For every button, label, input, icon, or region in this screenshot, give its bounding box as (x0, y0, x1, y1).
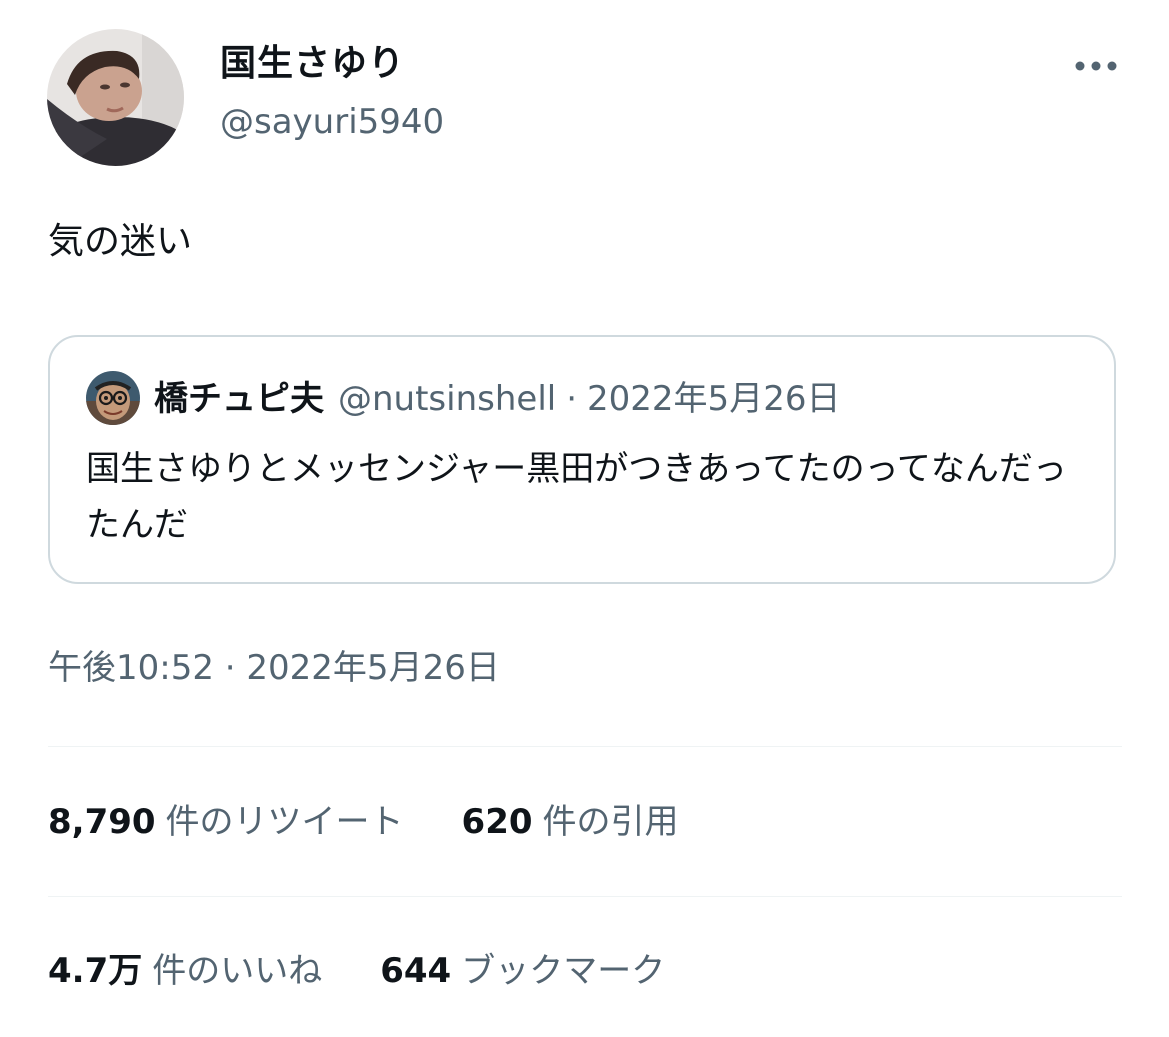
like-count: 4.7万 (48, 951, 143, 991)
tweet-timestamp[interactable]: 午後10:52 · 2022年5月26日 (48, 642, 500, 694)
likes-stat[interactable]: 4.7万 件のいいね (48, 945, 322, 997)
quote-count: 620 (461, 802, 533, 842)
quoted-author-avatar[interactable] (86, 371, 140, 425)
author-avatar[interactable] (47, 29, 184, 166)
quoted-author-handle[interactable]: @nutsinshell (338, 379, 556, 419)
quoted-tweet-date: 2022年5月26日 (587, 379, 841, 419)
stats-row-likes-bookmarks: 4.7万 件のいいね 644 ブックマーク (48, 945, 665, 997)
more-horizontal-icon (1075, 61, 1117, 71)
more-options-button[interactable] (1068, 48, 1124, 84)
bookmark-count: 644 (380, 951, 452, 991)
quoted-header-separator: · (566, 379, 578, 419)
quoted-author-display-name[interactable]: 橋チュピ夫 (154, 379, 324, 419)
stats-row-retweets-quotes: 8,790 件のリツイート 620 件の引用 (48, 796, 679, 848)
quote-label: 件の引用 (542, 802, 679, 842)
divider (48, 746, 1122, 747)
author-handle[interactable]: @sayuri5940 (220, 96, 444, 148)
retweet-count: 8,790 (48, 802, 156, 842)
quoted-tweet-card[interactable]: 橋チュピ夫 @nutsinshell · 2022年5月26日 国生さゆりとメッセンジ… (48, 335, 1116, 584)
bookmarks-stat[interactable]: 644 ブックマーク (380, 945, 665, 997)
tweet-text: 気の迷い (48, 221, 193, 262)
quoted-tweet-header: 橋チュピ夫 @nutsinshell · 2022年5月26日 (154, 375, 840, 423)
divider (48, 896, 1122, 897)
quotes-stat[interactable]: 620 件の引用 (462, 796, 679, 848)
like-label: 件のいいね (152, 951, 323, 991)
author-display-name[interactable]: 国生さゆり (220, 38, 405, 90)
retweet-label: 件のリツイート (165, 802, 404, 842)
retweets-stat[interactable]: 8,790 件のリツイート (48, 796, 404, 848)
bookmark-label: ブックマーク (461, 951, 666, 991)
quoted-tweet-text: 国生さゆりとメッセンジャー黒田がつきあってたのってなんだったんだ (86, 449, 1067, 545)
